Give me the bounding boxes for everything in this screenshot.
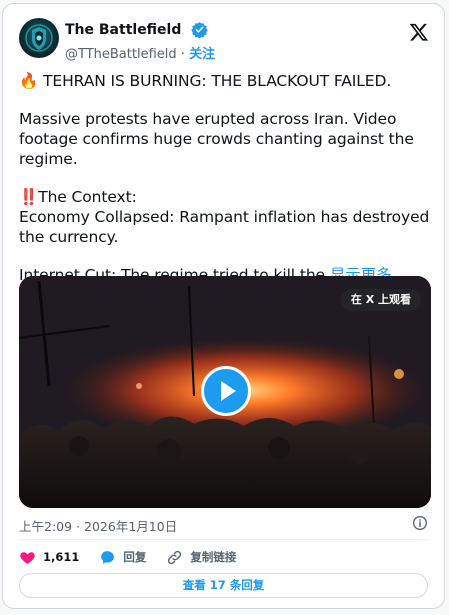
- watch-on-x-button[interactable]: 在 X 上观看: [340, 289, 421, 311]
- divider: [19, 539, 428, 540]
- tweet-text: 🔥 TEHRAN IS BURNING: THE BLACKOUT FAILED…: [19, 71, 431, 285]
- meta-separator: ·: [76, 519, 81, 534]
- author-name[interactable]: The Battlefield: [65, 22, 181, 38]
- info-icon[interactable]: [412, 515, 428, 531]
- author-handle[interactable]: @TTheBattlefield: [65, 47, 177, 62]
- like-count: 1,611: [43, 550, 80, 564]
- context-heading-line: ‼️The Context:: [19, 187, 431, 207]
- verified-badge-icon: [191, 22, 208, 38]
- fire-emoji-icon: 🔥: [19, 72, 39, 90]
- context-heading: The Context:: [38, 188, 137, 206]
- reply-button[interactable]: 回复: [99, 549, 146, 566]
- reply-label: 回复: [123, 550, 147, 564]
- handle-row: @TTheBattlefield · 关注: [65, 43, 215, 62]
- copy-link-button[interactable]: 复制链接: [166, 549, 236, 566]
- tweet-card: The Battlefield @TTheBattlefield · 关注 🔥 …: [2, 3, 445, 609]
- handle-separator: ·: [180, 47, 185, 62]
- action-bar: 1,611 回复 复制链接: [19, 547, 256, 567]
- heart-icon: [20, 551, 35, 564]
- tweet-date: 2026年1月10日: [84, 519, 178, 534]
- video-player[interactable]: 在 X 上观看: [19, 276, 431, 508]
- play-icon: [221, 381, 236, 401]
- context-economy-line: Economy Collapsed: Rampant inflation has…: [19, 208, 430, 246]
- tweet-timestamp[interactable]: 上午2:09 · 2026年1月10日: [19, 516, 177, 535]
- headline-line: 🔥 TEHRAN IS BURNING: THE BLACKOUT FAILED…: [19, 71, 431, 91]
- play-button[interactable]: [201, 366, 251, 416]
- headline-text: TEHRAN IS BURNING: THE BLACKOUT FAILED.: [43, 72, 392, 90]
- reply-bubble-icon: [101, 550, 115, 564]
- like-button[interactable]: 1,611: [19, 549, 79, 566]
- copy-link-label: 复制链接: [190, 550, 237, 564]
- tweet-time: 上午2:09: [19, 519, 73, 534]
- view-replies-button[interactable]: 查看 17 条回复: [19, 573, 428, 598]
- double-exclamation-emoji-icon: ‼️: [19, 188, 39, 206]
- avatar[interactable]: [19, 18, 59, 58]
- follow-button[interactable]: 关注: [189, 47, 215, 62]
- link-icon: [168, 550, 182, 564]
- x-logo-icon[interactable]: [409, 22, 429, 42]
- paragraph-protests: Massive protests have erupted across Ira…: [19, 110, 414, 168]
